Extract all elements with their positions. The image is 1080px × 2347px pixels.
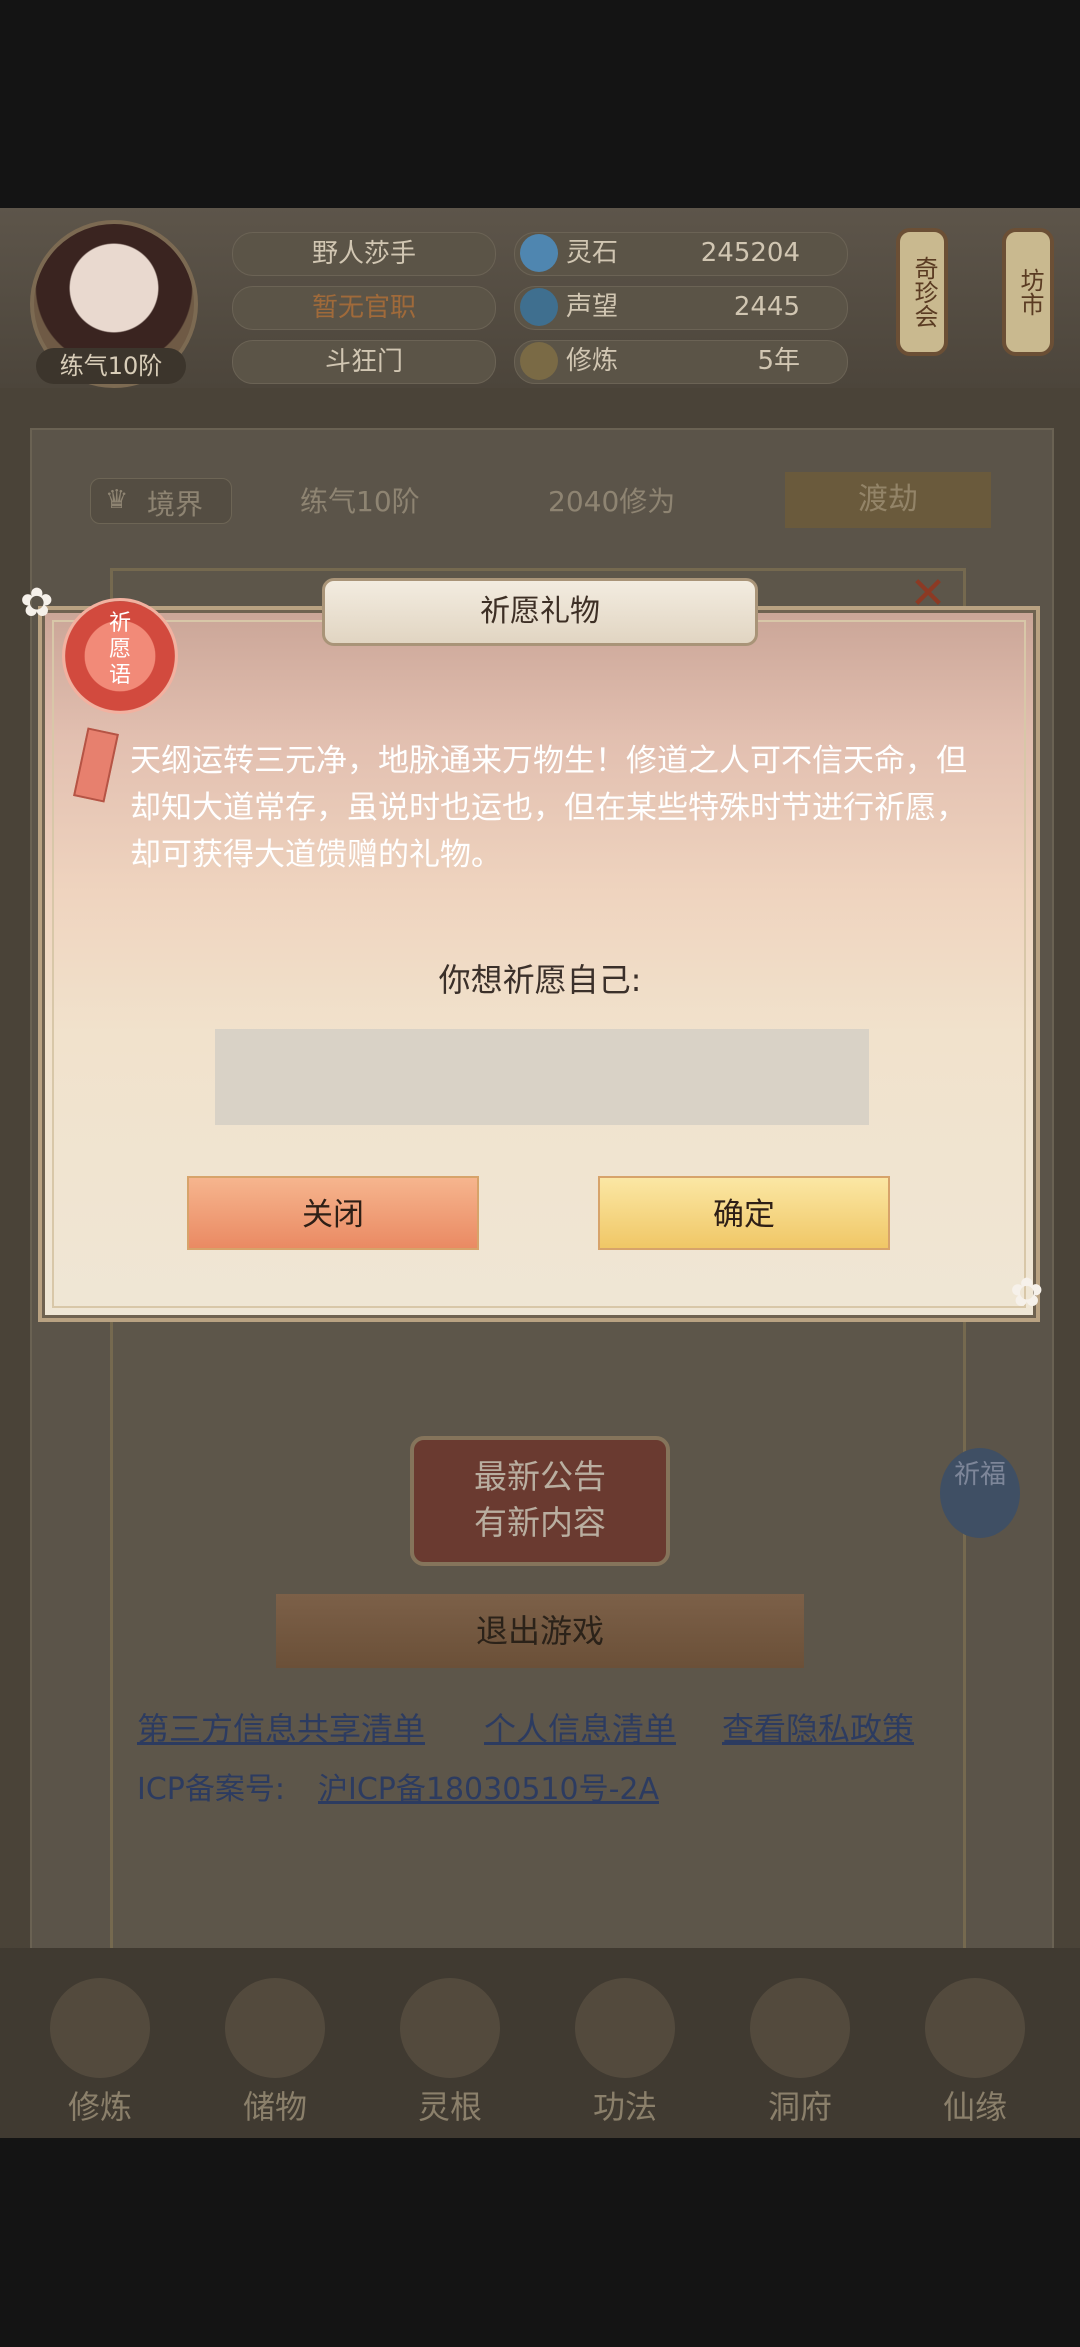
dialog-description: 天纲运转三元净，地脉通来万物生！修道之人可不信天命，但却知大道常存，虽说时也运也… bbox=[130, 743, 967, 873]
badge-text: 祈愿语 bbox=[108, 611, 131, 688]
wish-badge-icon: 祈愿语 bbox=[62, 598, 178, 714]
dialog-close-icon[interactable]: ✕ bbox=[906, 572, 950, 616]
wish-input[interactable] bbox=[215, 1029, 869, 1125]
flower-decoration-icon: ✿ bbox=[1010, 1270, 1044, 1316]
dialog-title: 祈愿礼物 bbox=[322, 578, 758, 646]
confirm-button[interactable]: 确定 bbox=[598, 1176, 890, 1250]
wish-prompt: 你想祈愿自己: bbox=[438, 961, 642, 999]
flower-decoration-icon: ✿ bbox=[20, 580, 54, 626]
close-button[interactable]: 关闭 bbox=[187, 1176, 479, 1250]
modal-overlay: 祈愿礼物 ✕ 祈愿语 天纲运转三元净，地脉通来万物生！修道之人可不信天命，但却知… bbox=[0, 0, 1080, 2347]
